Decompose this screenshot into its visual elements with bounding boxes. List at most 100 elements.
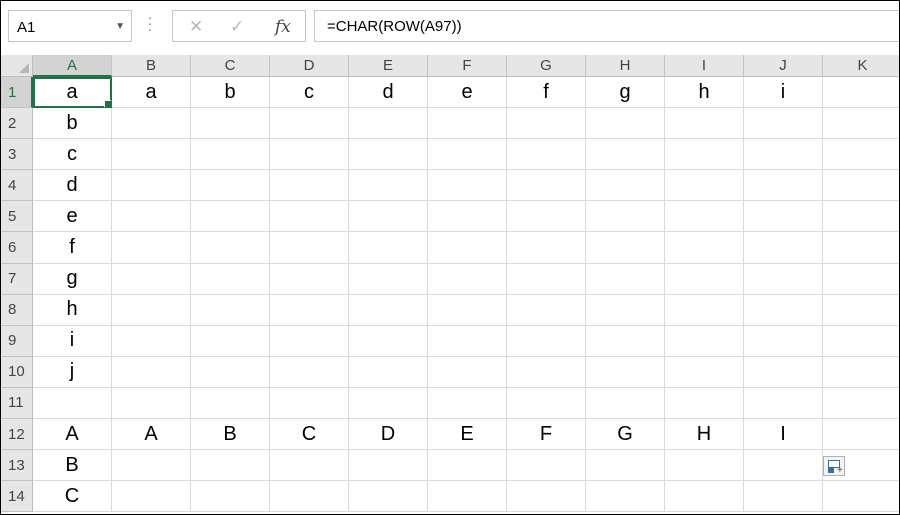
cell-g10[interactable] (507, 356, 586, 388)
cell-c11[interactable] (191, 387, 270, 420)
cell-d13[interactable] (270, 450, 349, 482)
cell-g8[interactable] (507, 294, 586, 326)
cancel-icon[interactable]: ✕ (189, 17, 203, 37)
cell-b6[interactable] (112, 232, 191, 264)
cell-h4[interactable] (586, 170, 665, 202)
cell-j4[interactable] (744, 170, 823, 202)
cell-a6[interactable]: f (33, 232, 112, 264)
cell-e7[interactable] (349, 263, 428, 295)
row-header-13[interactable]: 13 (1, 450, 33, 482)
cell-g1[interactable]: f (507, 77, 586, 109)
row-header-14[interactable]: 14 (1, 481, 33, 513)
cell-g9[interactable] (507, 325, 586, 357)
chevron-down-icon[interactable]: ▼ (115, 21, 125, 32)
cell-a12[interactable]: A (33, 419, 112, 451)
cell-b13[interactable] (112, 450, 191, 482)
column-header-k[interactable]: K (823, 55, 899, 77)
cell-i11[interactable] (665, 387, 744, 420)
cell-c8[interactable] (191, 294, 270, 326)
cell-a1[interactable]: a (33, 77, 112, 109)
cell-j5[interactable] (744, 201, 823, 233)
cell-g7[interactable] (507, 263, 586, 295)
cell-c14[interactable] (191, 481, 270, 513)
cell-d14[interactable] (270, 481, 349, 513)
cell-h11[interactable] (586, 387, 665, 420)
row-header-5[interactable]: 5 (1, 201, 33, 233)
cell-d10[interactable] (270, 356, 349, 388)
row-header-8[interactable]: 8 (1, 294, 33, 326)
cell-j8[interactable] (744, 294, 823, 326)
cell-h3[interactable] (586, 139, 665, 171)
row-header-4[interactable]: 4 (1, 170, 33, 202)
cell-c5[interactable] (191, 201, 270, 233)
cell-f1[interactable]: e (428, 77, 507, 109)
column-header-c[interactable]: C (191, 55, 270, 77)
cell-i1[interactable]: h (665, 77, 744, 109)
cell-j10[interactable] (744, 356, 823, 388)
cell-g6[interactable] (507, 232, 586, 264)
cell-h13[interactable] (586, 450, 665, 482)
cell-i14[interactable] (665, 481, 744, 513)
column-header-f[interactable]: F (428, 55, 507, 77)
cell-a10[interactable]: j (33, 356, 112, 388)
cell-a7[interactable]: g (33, 263, 112, 295)
cell-d3[interactable] (270, 139, 349, 171)
cell-f11[interactable] (428, 387, 507, 420)
column-header-b[interactable]: B (112, 55, 191, 77)
cell-f6[interactable] (428, 232, 507, 264)
cell-j3[interactable] (744, 139, 823, 171)
cell-c2[interactable] (191, 108, 270, 140)
cell-j6[interactable] (744, 232, 823, 264)
row-header-9[interactable]: 9 (1, 325, 33, 357)
cell-g3[interactable] (507, 139, 586, 171)
cell-e3[interactable] (349, 139, 428, 171)
cell-h9[interactable] (586, 325, 665, 357)
cell-b7[interactable] (112, 263, 191, 295)
cell-f14[interactable] (428, 481, 507, 513)
cell-k5[interactable] (823, 201, 899, 233)
cell-k7[interactable] (823, 263, 899, 295)
cell-d6[interactable] (270, 232, 349, 264)
cell-k9[interactable] (823, 325, 899, 357)
cell-g13[interactable] (507, 450, 586, 482)
cell-a2[interactable]: b (33, 108, 112, 140)
row-header-1[interactable]: 1 (1, 77, 33, 109)
column-header-h[interactable]: H (586, 55, 665, 77)
cell-k12[interactable] (823, 419, 899, 451)
column-header-e[interactable]: E (349, 55, 428, 77)
column-header-j[interactable]: J (744, 55, 823, 77)
cell-g12[interactable]: F (507, 419, 586, 451)
cell-g5[interactable] (507, 201, 586, 233)
cell-j9[interactable] (744, 325, 823, 357)
cell-c13[interactable] (191, 450, 270, 482)
cell-g14[interactable] (507, 481, 586, 513)
cell-b12[interactable]: A (112, 419, 191, 451)
cell-b4[interactable] (112, 170, 191, 202)
cell-e12[interactable]: D (349, 419, 428, 451)
cell-i6[interactable] (665, 232, 744, 264)
cell-k1[interactable] (823, 77, 899, 109)
formula-input[interactable]: =CHAR(ROW(A97)) (314, 10, 899, 42)
cell-b3[interactable] (112, 139, 191, 171)
cell-c6[interactable] (191, 232, 270, 264)
row-header-3[interactable]: 3 (1, 139, 33, 171)
cell-d1[interactable]: c (270, 77, 349, 109)
cell-d4[interactable] (270, 170, 349, 202)
cell-a3[interactable]: c (33, 139, 112, 171)
cell-e9[interactable] (349, 325, 428, 357)
cell-b10[interactable] (112, 356, 191, 388)
paste-options-icon[interactable]: + (823, 456, 845, 476)
cell-d7[interactable] (270, 263, 349, 295)
cell-d11[interactable] (270, 387, 349, 420)
cell-h12[interactable]: G (586, 419, 665, 451)
cell-f3[interactable] (428, 139, 507, 171)
cell-c9[interactable] (191, 325, 270, 357)
cell-b5[interactable] (112, 201, 191, 233)
more-options-icon[interactable]: · · · (147, 10, 153, 36)
cell-k2[interactable] (823, 108, 899, 140)
cell-k11[interactable] (823, 387, 899, 420)
cell-d5[interactable] (270, 201, 349, 233)
cell-b14[interactable] (112, 481, 191, 513)
cell-h10[interactable] (586, 356, 665, 388)
cell-f9[interactable] (428, 325, 507, 357)
